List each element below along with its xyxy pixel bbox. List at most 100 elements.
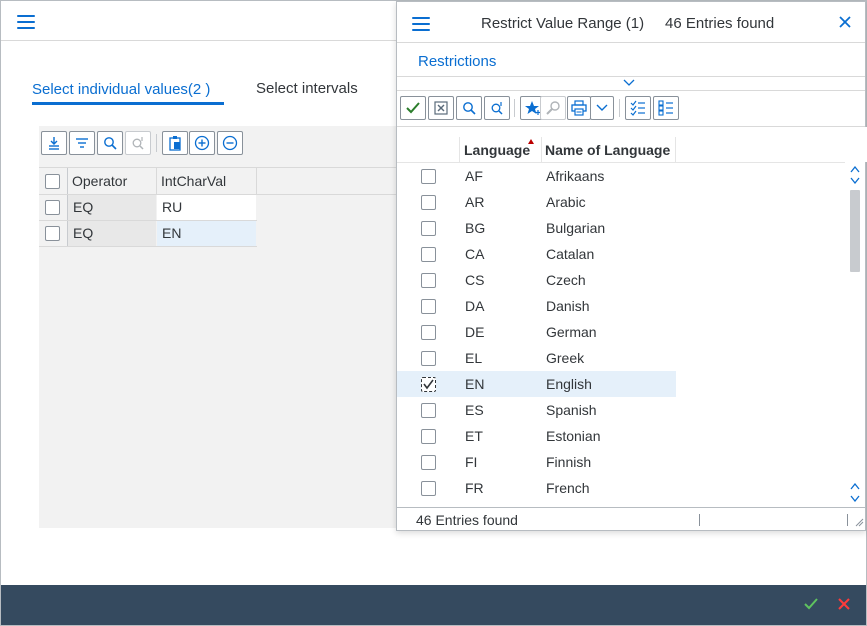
filter-button[interactable] bbox=[69, 131, 95, 155]
language-name-cell[interactable]: Spanish bbox=[546, 402, 597, 418]
value-cell[interactable]: EN bbox=[162, 225, 181, 241]
search-next-button[interactable] bbox=[484, 96, 510, 120]
list-item[interactable]: BG Bulgarian bbox=[397, 215, 845, 241]
clipboard-icon bbox=[169, 136, 181, 151]
language-code-cell[interactable]: FR bbox=[465, 480, 484, 496]
language-name-cell[interactable]: English bbox=[546, 376, 592, 392]
print-options-dropdown[interactable] bbox=[590, 96, 614, 120]
scroll-up-icon[interactable] bbox=[850, 166, 860, 173]
language-name-cell[interactable]: German bbox=[546, 324, 597, 340]
language-name-cell[interactable]: French bbox=[546, 480, 590, 496]
language-name-cell[interactable]: Estonian bbox=[546, 428, 600, 444]
cancel-selection-button[interactable] bbox=[428, 96, 454, 120]
row-checkbox[interactable] bbox=[421, 195, 436, 210]
list-item[interactable]: ET Estonian bbox=[397, 423, 845, 449]
close-button[interactable] bbox=[838, 15, 852, 32]
row-checkbox[interactable] bbox=[421, 325, 436, 340]
value-cell[interactable]: RU bbox=[162, 199, 182, 215]
list-item[interactable]: FI Finnish bbox=[397, 449, 845, 475]
language-code-cell[interactable]: CA bbox=[465, 246, 484, 262]
language-code-cell[interactable]: EN bbox=[465, 376, 484, 392]
search-icon bbox=[104, 137, 117, 150]
row-checkbox[interactable] bbox=[421, 247, 436, 262]
list-item[interactable]: DA Danish bbox=[397, 293, 845, 319]
resize-grip-icon[interactable] bbox=[854, 517, 864, 527]
sort-ascending-button[interactable] bbox=[41, 131, 67, 155]
search-button[interactable] bbox=[97, 131, 123, 155]
print-button[interactable] bbox=[567, 96, 591, 120]
language-name-cell[interactable]: Bulgarian bbox=[546, 220, 605, 236]
confirm-selection-button[interactable] bbox=[400, 96, 426, 120]
personalize-button[interactable] bbox=[540, 96, 566, 120]
row-checkbox[interactable] bbox=[45, 226, 60, 241]
ok-button[interactable] bbox=[803, 597, 819, 614]
row-checkbox[interactable] bbox=[421, 273, 436, 288]
column-header-name-of-language[interactable]: Name of Language bbox=[545, 142, 670, 158]
column-header-operator[interactable]: Operator bbox=[72, 173, 127, 189]
language-code-cell[interactable]: AR bbox=[465, 194, 484, 210]
list-item[interactable]: DE German bbox=[397, 319, 845, 345]
search-next-button[interactable] bbox=[125, 131, 151, 155]
language-name-cell[interactable]: Czech bbox=[546, 272, 586, 288]
row-checkbox[interactable] bbox=[421, 169, 436, 184]
language-code-cell[interactable]: CS bbox=[465, 272, 484, 288]
list-item[interactable]: EL Greek bbox=[397, 345, 845, 371]
language-name-cell[interactable]: Danish bbox=[546, 298, 590, 314]
row-checkbox[interactable] bbox=[421, 299, 436, 314]
language-name-cell[interactable]: Greek bbox=[546, 350, 584, 366]
list-item[interactable]: FR French bbox=[397, 475, 845, 501]
row-checkbox[interactable] bbox=[421, 403, 436, 418]
scroll-up-icon[interactable] bbox=[850, 483, 860, 490]
language-code-cell[interactable]: EL bbox=[465, 350, 482, 366]
list-item[interactable]: AF Afrikaans bbox=[397, 163, 845, 189]
language-list: Language Name of Language AF Afrikaans AR A… bbox=[397, 126, 867, 508]
list-item[interactable]: AR Arabic bbox=[397, 189, 845, 215]
language-code-cell[interactable]: AF bbox=[465, 168, 483, 184]
search-button[interactable] bbox=[456, 96, 482, 120]
scroll-down-icon[interactable] bbox=[850, 495, 860, 502]
row-checkbox[interactable] bbox=[421, 351, 436, 366]
operator-cell[interactable]: EQ bbox=[73, 225, 93, 241]
language-code-cell[interactable]: BG bbox=[465, 220, 485, 236]
select-all-button[interactable] bbox=[625, 96, 651, 120]
restrictions-toggle-bar[interactable] bbox=[397, 76, 865, 91]
list-item[interactable]: CS Czech bbox=[397, 267, 845, 293]
list-item[interactable]: EN English bbox=[397, 371, 845, 397]
menu-icon[interactable] bbox=[412, 17, 430, 31]
vertical-scrollbar[interactable] bbox=[845, 163, 865, 507]
row-checkbox[interactable] bbox=[421, 455, 436, 470]
language-name-cell[interactable]: Afrikaans bbox=[546, 168, 604, 184]
language-code-cell[interactable]: ES bbox=[465, 402, 484, 418]
column-header-intcharval[interactable]: IntCharVal bbox=[161, 173, 226, 189]
toolbar-separator bbox=[156, 134, 157, 152]
language-code-cell[interactable]: ET bbox=[465, 428, 483, 444]
language-code-cell[interactable]: DE bbox=[465, 324, 484, 340]
language-name-cell[interactable]: Catalan bbox=[546, 246, 594, 262]
row-checkbox[interactable] bbox=[421, 429, 436, 444]
menu-icon[interactable] bbox=[17, 15, 35, 29]
remove-row-button[interactable] bbox=[217, 131, 243, 155]
operator-cell[interactable]: EQ bbox=[73, 199, 93, 215]
list-item[interactable]: ES Spanish bbox=[397, 397, 845, 423]
language-name-cell[interactable]: Finnish bbox=[546, 454, 591, 470]
language-code-cell[interactable]: FI bbox=[465, 454, 477, 470]
row-checkbox[interactable] bbox=[421, 481, 436, 496]
column-header-language[interactable]: Language bbox=[464, 142, 530, 158]
deselect-all-button[interactable] bbox=[653, 96, 679, 120]
row-checkbox[interactable] bbox=[421, 221, 436, 236]
scroll-down-icon[interactable] bbox=[850, 177, 860, 184]
add-row-button[interactable] bbox=[189, 131, 215, 155]
list-item[interactable]: CA Catalan bbox=[397, 241, 845, 267]
select-all-checkbox[interactable] bbox=[45, 174, 60, 189]
cancel-button[interactable] bbox=[837, 597, 851, 614]
tab-select-individual-values[interactable]: Select individual values(2 ) bbox=[32, 81, 210, 98]
restrictions-link[interactable]: Restrictions bbox=[418, 53, 496, 70]
dialog-entries-count: 46 Entries found bbox=[665, 15, 775, 32]
row-checkbox[interactable] bbox=[421, 377, 436, 392]
language-name-cell[interactable]: Arabic bbox=[546, 194, 586, 210]
row-checkbox[interactable] bbox=[45, 200, 60, 215]
scroll-thumb[interactable] bbox=[850, 190, 860, 272]
tab-select-intervals[interactable]: Select intervals bbox=[256, 80, 358, 97]
paste-button[interactable] bbox=[162, 131, 188, 155]
language-code-cell[interactable]: DA bbox=[465, 298, 484, 314]
